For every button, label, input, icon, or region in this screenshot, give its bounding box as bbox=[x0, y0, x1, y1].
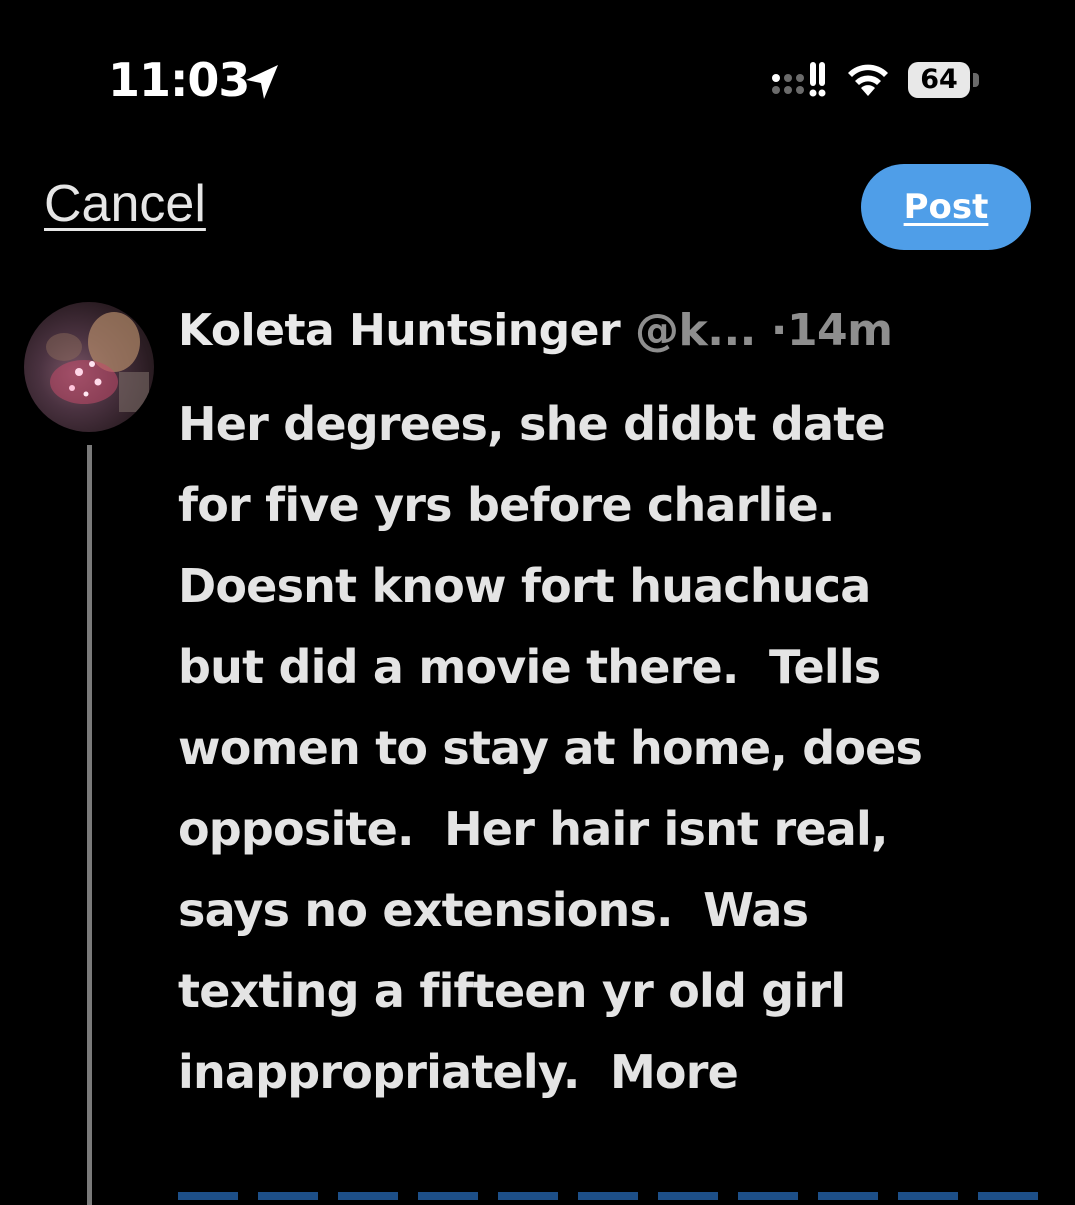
location-arrow-icon bbox=[246, 65, 278, 99]
cancel-button[interactable]: Cancel bbox=[44, 170, 206, 238]
tweet-line: says no extensions. Was bbox=[178, 883, 809, 937]
tweet-line: women to stay at home, does bbox=[178, 721, 923, 775]
avatar[interactable] bbox=[24, 302, 154, 432]
tweet-line: Doesnt know fort huachuca bbox=[178, 559, 871, 613]
separator-dot: · bbox=[770, 305, 788, 356]
tweet-line: texting a fifteen yr old girl bbox=[178, 964, 846, 1018]
thread-line bbox=[87, 445, 92, 1205]
status-time: 11:03 bbox=[108, 53, 250, 107]
battery-indicator: 64 bbox=[908, 62, 970, 98]
avatar-photo bbox=[46, 312, 149, 412]
tweet-line: but did a movie there. Tells bbox=[178, 640, 881, 694]
tweet-line: Her degrees, she didbt date bbox=[178, 397, 886, 451]
author-handle[interactable]: @k... bbox=[635, 305, 756, 356]
battery-nub bbox=[973, 73, 979, 87]
cutoff-link-text bbox=[178, 1192, 1038, 1200]
tweet-header: Koleta Huntsinger @k... ·14m bbox=[178, 300, 893, 362]
tweet-line: opposite. Her hair isnt real, bbox=[178, 802, 888, 856]
status-bar: 11:03 64 bbox=[0, 0, 1075, 160]
wifi-icon bbox=[848, 64, 888, 96]
timestamp: 14m bbox=[786, 305, 893, 356]
tweet-body: Her degrees, she didbt date for five yrs… bbox=[178, 384, 1058, 1113]
post-button[interactable]: Post bbox=[861, 164, 1031, 250]
tweet-line: for five yrs before charlie. bbox=[178, 478, 835, 532]
cellular-signal-icon bbox=[772, 62, 826, 97]
author-name[interactable]: Koleta Huntsinger bbox=[178, 305, 621, 356]
tweet-line: inappropriately. More bbox=[178, 1045, 739, 1099]
